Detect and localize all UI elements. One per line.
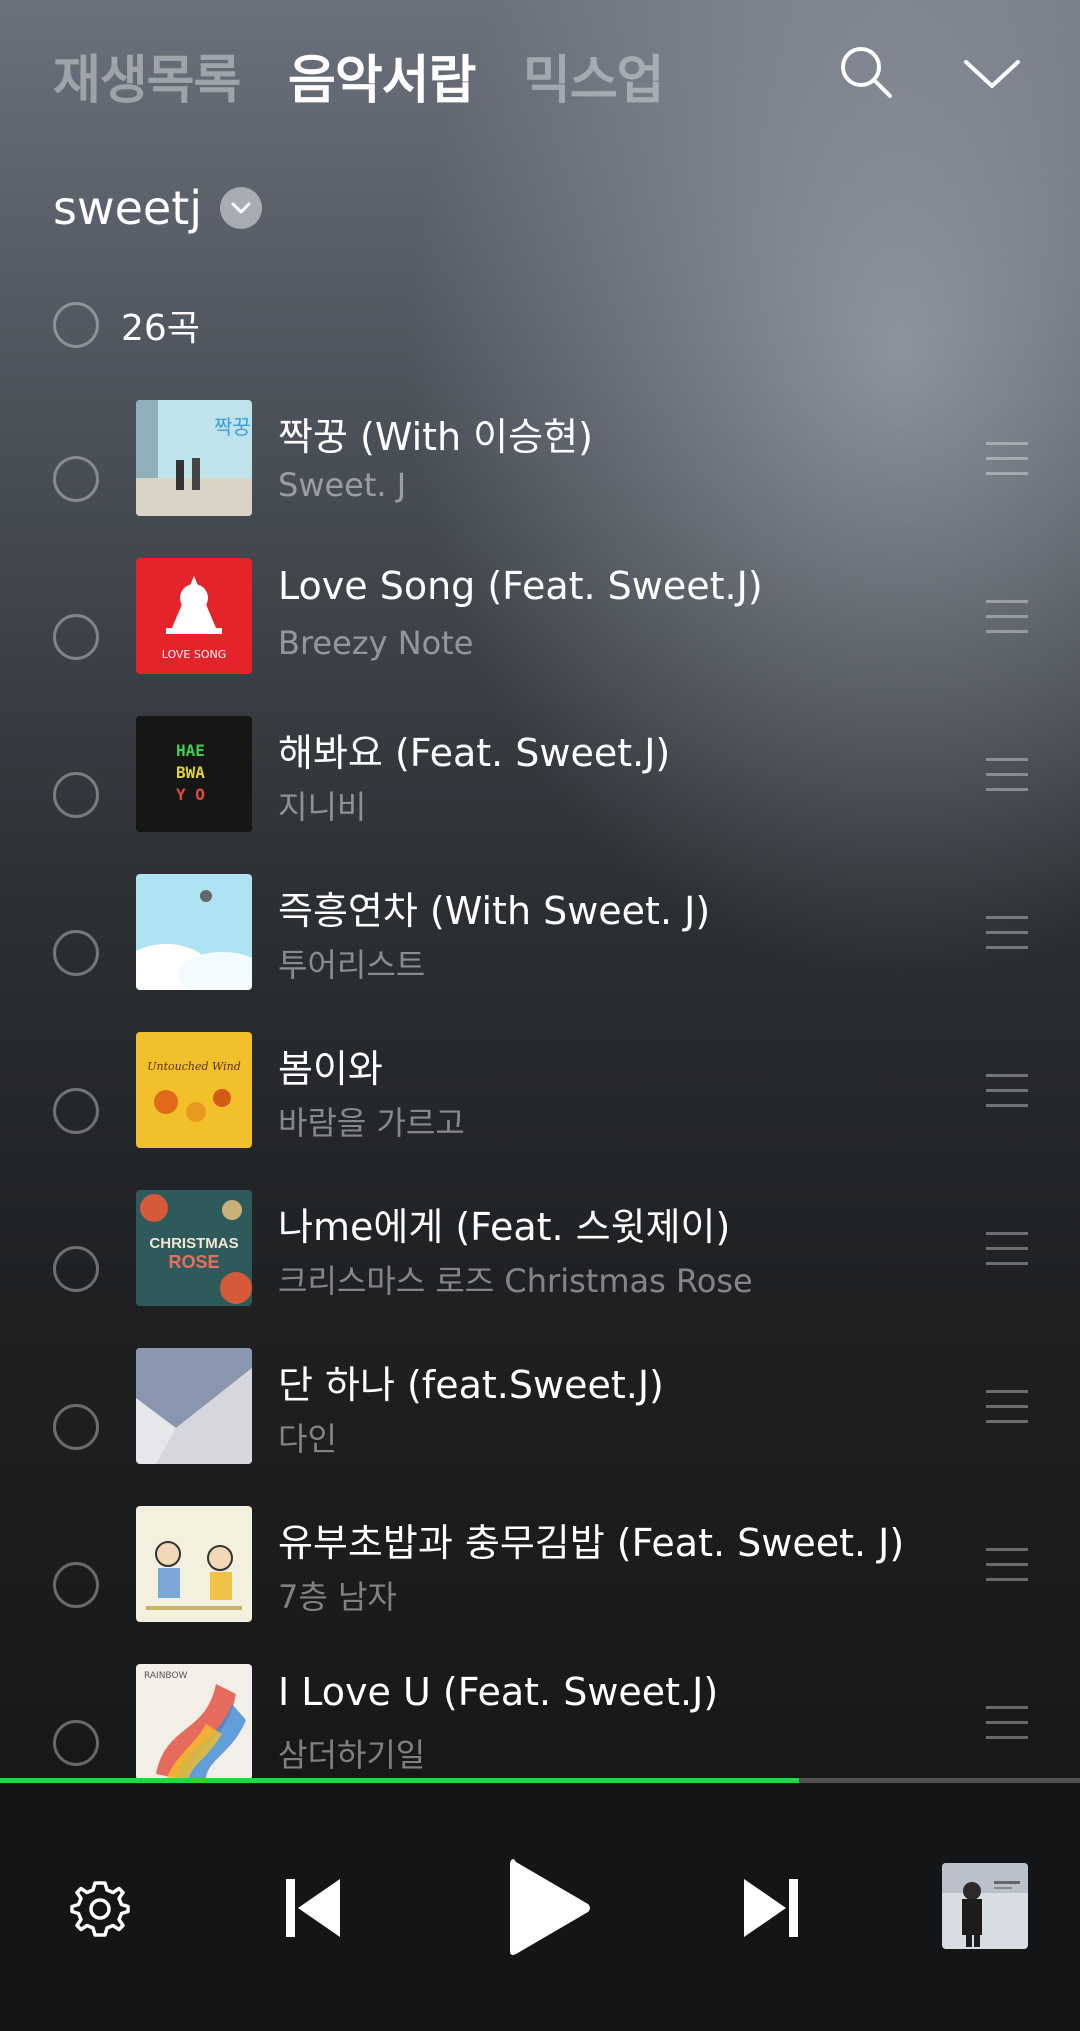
album-art: HAE BWA Y O — [136, 716, 252, 832]
svg-text:CHRISTMAS: CHRISTMAS — [149, 1235, 238, 1252]
track-title: I Love U (Feat. Sweet.J) — [278, 1670, 719, 1714]
track-count: 26곡 — [121, 308, 200, 349]
track-checkbox[interactable] — [53, 1246, 99, 1292]
track-artist: Breezy Note — [278, 624, 474, 662]
track-artist: 바람을 가르고 — [278, 1104, 465, 1142]
album-art: RAINBOW — [136, 1664, 252, 1778]
svg-text:Untouched Wind: Untouched Wind — [147, 1060, 241, 1073]
svg-text:BWA: BWA — [176, 763, 205, 782]
track-checkbox[interactable] — [53, 456, 99, 502]
list-item[interactable]: 즉흥연차 (With Sweet. J) 투어리스트 — [0, 874, 1080, 1032]
select-all-checkbox[interactable] — [53, 302, 99, 348]
tab-mixup[interactable]: 믹스업 — [523, 38, 665, 113]
track-artist: 크리스마스 로즈 Christmas Rose — [278, 1262, 753, 1300]
album-art: LOVE SONG — [136, 558, 252, 674]
album-art: Untouched Wind — [136, 1032, 252, 1148]
skip-previous-icon[interactable] — [284, 1877, 344, 1939]
track-list: 짝꿍 짝꿍 (With 이승현) Sweet. J LOVE SONG Love… — [0, 400, 1080, 1778]
drag-handle-icon[interactable] — [986, 916, 1028, 950]
track-artist: 삼더하기일 — [278, 1736, 426, 1774]
play-icon[interactable] — [506, 1855, 592, 1961]
list-item[interactable]: RAINBOW I Love U (Feat. Sweet.J) 삼더하기일 — [0, 1664, 1080, 1778]
track-checkbox[interactable] — [53, 614, 99, 660]
track-title: 유부초밥과 충무김밥 (Feat. Sweet. J) — [278, 1521, 905, 1565]
track-checkbox[interactable] — [53, 1088, 99, 1134]
drag-handle-icon[interactable] — [986, 1232, 1028, 1266]
skip-next-icon[interactable] — [740, 1877, 800, 1939]
top-bar: 재생목록 음악서랍 믹스업 — [0, 0, 1080, 150]
track-checkbox[interactable] — [53, 1720, 99, 1766]
track-checkbox[interactable] — [53, 930, 99, 976]
svg-text:짝꿍: 짝꿍 — [214, 415, 251, 439]
svg-text:LOVE SONG: LOVE SONG — [162, 648, 227, 661]
track-artist: 지니비 — [278, 788, 367, 826]
track-title: 즉흥연차 (With Sweet. J) — [278, 889, 711, 933]
player-bar — [0, 1783, 1080, 2031]
list-item[interactable]: 유부초밥과 충무김밥 (Feat. Sweet. J) 7층 남자 — [0, 1506, 1080, 1664]
svg-text:Y O: Y O — [176, 785, 205, 804]
chevron-down-icon[interactable] — [962, 54, 1022, 94]
gear-icon[interactable] — [68, 1877, 132, 1941]
track-title: 짝꿍 (With 이승현) — [278, 415, 593, 459]
track-artist: 7층 남자 — [278, 1578, 397, 1616]
album-art: CHRISTMAS ROSE — [136, 1190, 252, 1306]
album-art: 짝꿍 — [136, 400, 252, 516]
track-checkbox[interactable] — [53, 1562, 99, 1608]
profile-name: sweetj — [53, 181, 203, 235]
list-item[interactable]: CHRISTMAS ROSE 나me에게 (Feat. 스윗제이) 크리스마스 … — [0, 1190, 1080, 1348]
drag-handle-icon[interactable] — [986, 1390, 1028, 1424]
select-all-row: 26곡 — [53, 300, 200, 350]
svg-text:HAE: HAE — [176, 741, 205, 760]
drag-handle-icon[interactable] — [986, 442, 1028, 476]
track-title: 단 하나 (feat.Sweet.J) — [278, 1363, 664, 1407]
drag-handle-icon[interactable] — [986, 1706, 1028, 1740]
track-title: 나me에게 (Feat. 스윗제이) — [278, 1205, 731, 1249]
list-item[interactable]: Untouched Wind 봄이와 바람을 가르고 — [0, 1032, 1080, 1190]
track-artist: Sweet. J — [278, 466, 407, 504]
profile-selector[interactable]: sweetj — [53, 180, 263, 236]
chevron-down-icon — [220, 187, 263, 229]
album-art — [136, 874, 252, 990]
track-artist: 투어리스트 — [278, 946, 426, 984]
drag-handle-icon[interactable] — [986, 1074, 1028, 1108]
list-item[interactable]: LOVE SONG Love Song (Feat. Sweet.J) Bree… — [0, 558, 1080, 716]
svg-text:ROSE: ROSE — [168, 1252, 219, 1272]
track-checkbox[interactable] — [53, 1404, 99, 1450]
search-icon[interactable] — [838, 44, 894, 100]
album-art — [136, 1506, 252, 1622]
list-item[interactable]: 단 하나 (feat.Sweet.J) 다인 — [0, 1348, 1080, 1506]
track-title: Love Song (Feat. Sweet.J) — [278, 564, 763, 608]
album-art — [136, 1348, 252, 1464]
track-title: 해봐요 (Feat. Sweet.J) — [278, 731, 671, 775]
tab-music-drawer[interactable]: 음악서랍 — [288, 38, 476, 113]
now-playing-album-art[interactable] — [942, 1863, 1028, 1949]
drag-handle-icon[interactable] — [986, 1548, 1028, 1582]
list-item[interactable]: 짝꿍 짝꿍 (With 이승현) Sweet. J — [0, 400, 1080, 558]
drag-handle-icon[interactable] — [986, 600, 1028, 634]
track-checkbox[interactable] — [53, 772, 99, 818]
track-artist: 다인 — [278, 1420, 337, 1458]
svg-text:RAINBOW: RAINBOW — [144, 1671, 188, 1681]
list-item[interactable]: HAE BWA Y O 해봐요 (Feat. Sweet.J) 지니비 — [0, 716, 1080, 874]
track-title: 봄이와 — [278, 1047, 383, 1091]
tab-playlist[interactable]: 재생목록 — [53, 38, 241, 113]
drag-handle-icon[interactable] — [986, 758, 1028, 792]
